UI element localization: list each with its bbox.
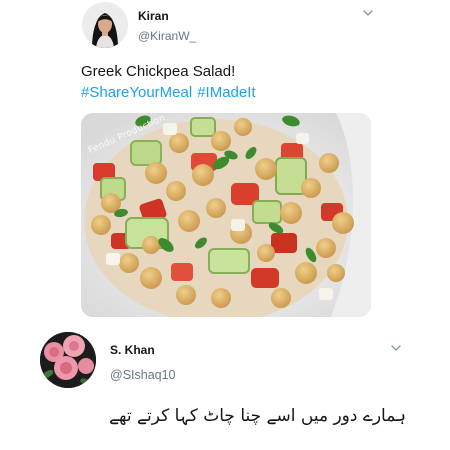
pink-roses-icon [40, 332, 96, 388]
tweet-media-image[interactable]: Fendu Production [81, 113, 371, 317]
hashtag-line: #ShareYourMeal #IMadeIt [81, 82, 256, 103]
hashtag-imadeit[interactable]: #IMadeIt [197, 84, 255, 101]
s-khan-avatar[interactable] [40, 332, 96, 388]
tweet-s-khan[interactable]: S. Khan @SIshaq10 ہمارے دور میں اسے چنا … [0, 330, 450, 450]
greek-chickpea-salad-photo-icon [81, 113, 371, 317]
hashtag-shareyourmeal[interactable]: #ShareYourMeal [81, 84, 192, 101]
kiran-avatar[interactable] [82, 2, 128, 48]
tweet-text: ہمارے دور میں اسے چنا چاٹ کہا کرتے تھے [109, 406, 406, 426]
woman-portrait-icon [82, 2, 128, 48]
tweet-kiran[interactable]: Kiran @KiranW_ Greek Chickpea Salad! #Sh… [0, 0, 450, 330]
tweet-text-line: Greek Chickpea Salad! [81, 63, 236, 80]
display-name[interactable]: Kiran [138, 9, 169, 23]
tweet-text: Greek Chickpea Salad! #ShareYourMeal #IMa… [81, 61, 256, 103]
user-handle[interactable]: @KiranW_ [138, 29, 196, 43]
display-name[interactable]: S. Khan [110, 343, 155, 357]
user-handle[interactable]: @SIshaq10 [110, 368, 176, 382]
chevron-down-icon[interactable] [361, 6, 375, 20]
chevron-down-icon[interactable] [389, 341, 403, 355]
